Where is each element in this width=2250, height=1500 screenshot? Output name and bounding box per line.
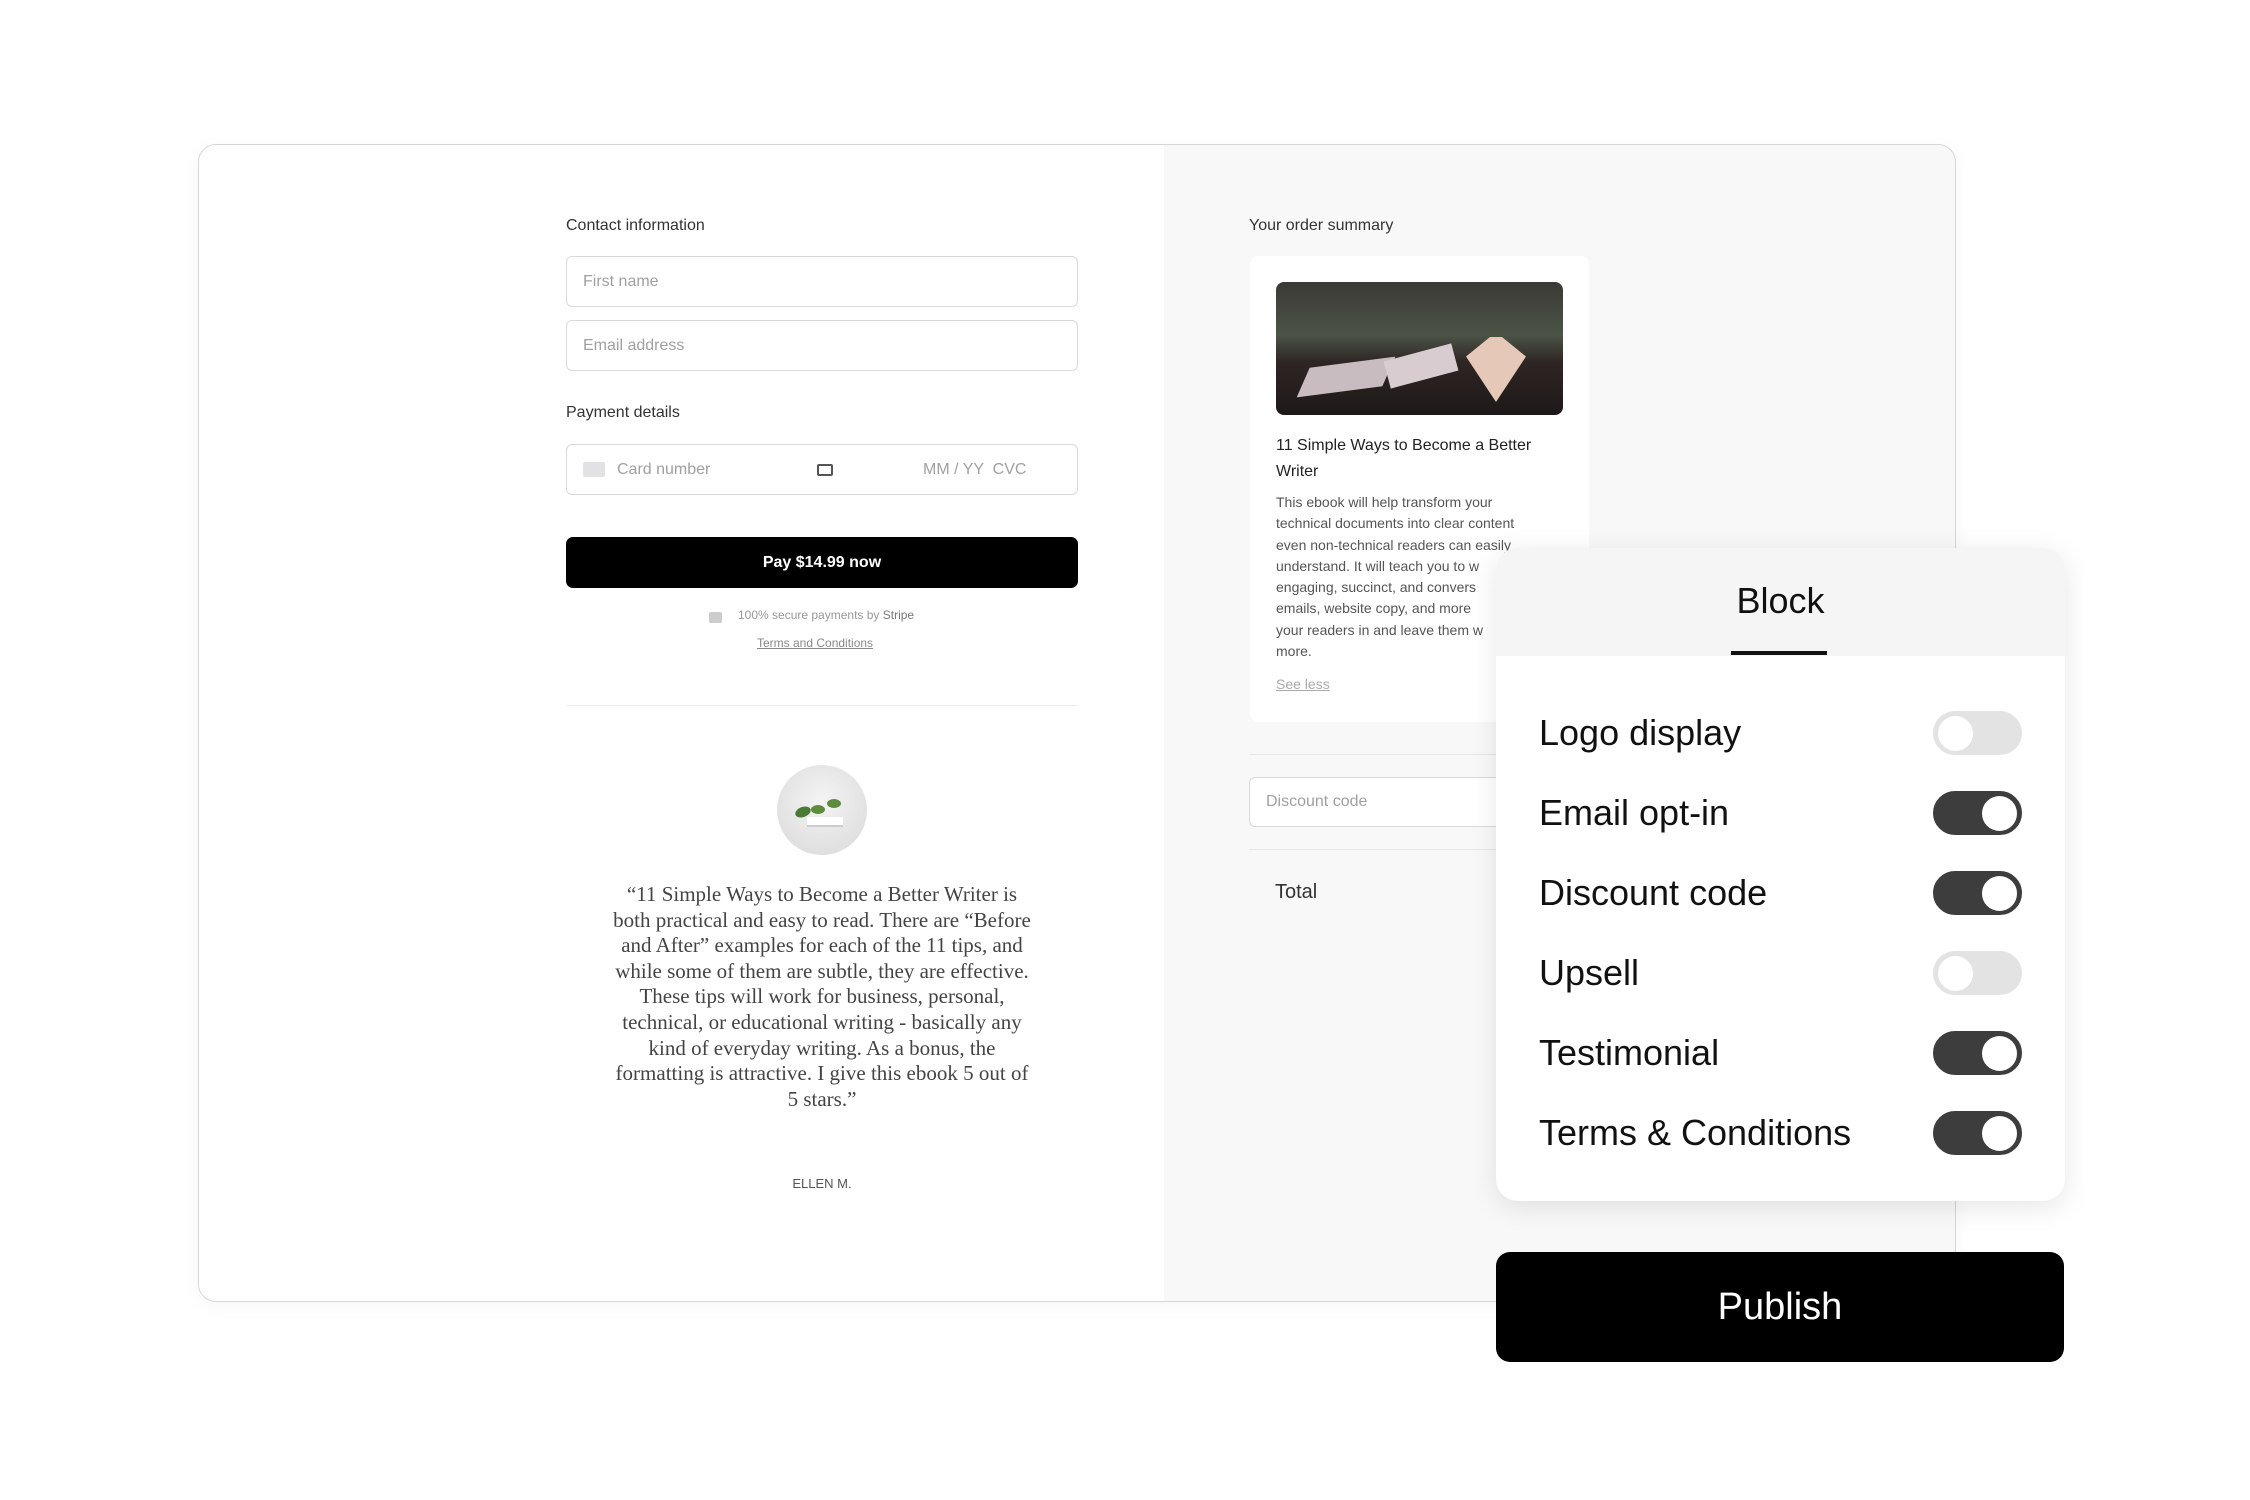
toggle-row-terms-conditions: Terms & Conditions	[1539, 1108, 2022, 1158]
publish-button[interactable]: Publish	[1496, 1252, 2064, 1362]
toggle-row-testimonial: Testimonial	[1539, 1028, 2022, 1078]
toggle-switch[interactable]	[1933, 1031, 2022, 1075]
toggle-label: Discount code	[1539, 872, 1768, 913]
order-summary-label: Your order summary	[1249, 217, 1394, 234]
toggle-label: Terms & Conditions	[1539, 1112, 1852, 1153]
credit-card-icon	[583, 462, 605, 477]
toggle-switch[interactable]	[1933, 711, 2022, 755]
testimonial-quote: “11 Simple Ways to Become a Better Write…	[613, 882, 1031, 1111]
card-number-placeholder[interactable]: Card number	[617, 461, 817, 479]
checkout-form-column: Contact information Payment details Card…	[199, 145, 1164, 1301]
description-line: This ebook will help transform your	[1276, 494, 1493, 510]
description-line: technical documents into clear content	[1276, 515, 1515, 532]
contact-info-label: Contact information	[566, 217, 705, 234]
see-less-link[interactable]: See less	[1276, 676, 1330, 692]
panel-header: Block	[1496, 548, 2065, 656]
product-image	[1276, 282, 1563, 415]
testimonial-avatar	[777, 765, 867, 855]
toggle-switch[interactable]	[1933, 1111, 2022, 1155]
total-label: Total	[1275, 881, 1318, 903]
toggle-label: Testimonial	[1539, 1032, 1720, 1073]
terms-link[interactable]: Terms and Conditions	[757, 636, 873, 650]
first-name-input[interactable]	[583, 272, 1077, 291]
toggle-row-discount-code: Discount code	[1539, 868, 2022, 918]
pay-button[interactable]: Pay $14.99 now	[566, 537, 1078, 588]
email-input[interactable]	[583, 336, 1077, 355]
payment-details-label: Payment details	[566, 404, 680, 421]
secure-text: 100% secure payments by	[738, 608, 883, 622]
toggle-label: Logo display	[1539, 712, 1742, 753]
toggle-switch[interactable]	[1933, 871, 2022, 915]
toggle-label: Upsell	[1539, 952, 1640, 993]
tab-underline	[1731, 651, 1827, 655]
toggle-row-upsell: Upsell	[1539, 948, 2022, 998]
tab-block[interactable]: Block	[1496, 580, 2065, 622]
stripe-brand: Stripe	[882, 608, 915, 622]
toggle-label: Email opt-in	[1539, 792, 1730, 833]
card-field[interactable]: Card number MM / YY CVC	[566, 444, 1078, 495]
toggle-row-email-opt-in: Email opt-in	[1539, 788, 2022, 838]
divider	[566, 705, 1078, 706]
secure-payments-note: 100% secure payments by Stripe	[709, 608, 915, 623]
toggle-row-logo-display: Logo display	[1539, 708, 2022, 758]
block-settings-panel: Block Logo display Email opt-in Discount c…	[1496, 548, 2065, 1201]
testimonial-author: ELLEN M.	[792, 1176, 852, 1191]
product-title: 11 Simple Ways to Become a Better Writer	[1276, 437, 1532, 480]
toggle-switch[interactable]	[1933, 791, 2022, 835]
toggle-switch[interactable]	[1933, 951, 2022, 995]
email-field[interactable]	[566, 320, 1078, 371]
autofill-card-icon[interactable]	[817, 463, 833, 476]
lock-icon	[709, 611, 722, 623]
expiry-cvc-placeholder[interactable]: MM / YY CVC	[923, 461, 1026, 479]
first-name-field[interactable]	[566, 256, 1078, 307]
